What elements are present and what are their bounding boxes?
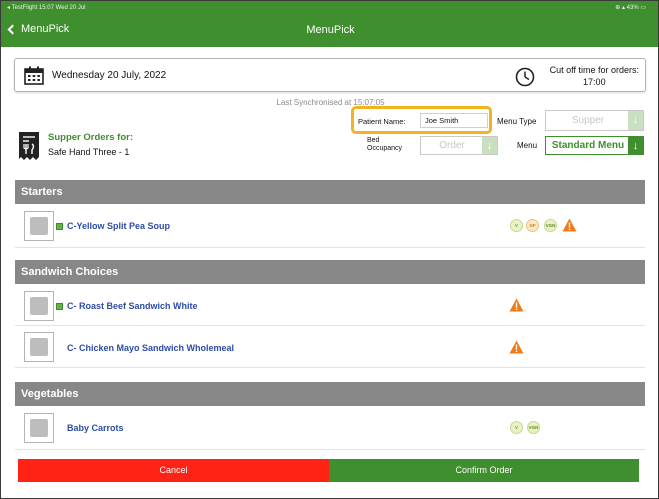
cancel-button[interactable]: Cancel	[18, 459, 329, 482]
vegan-badge-icon: VGN	[544, 219, 557, 232]
item-image-placeholder	[24, 211, 54, 241]
allergen-warning-icon[interactable]	[562, 218, 577, 232]
clock-icon	[515, 67, 535, 87]
section-header-vegetables: Vegetables	[15, 382, 645, 406]
cutoff-info: Cut off time for orders: 17:00	[550, 64, 639, 88]
allergen-warning-icon[interactable]	[509, 298, 524, 312]
ward-name: Safe Hand Three - 1	[48, 147, 130, 157]
status-bar: ◂ TestFlight 15:07 Wed 20 Jul ⊕ ▴ 43% ▭	[1, 1, 658, 15]
navigation-bar: ◂ TestFlight 15:07 Wed 20 Jul ⊕ ▴ 43% ▭ …	[1, 1, 658, 47]
bed-occupancy-select[interactable]: Order ↓	[420, 136, 498, 155]
confirm-order-button[interactable]: Confirm Order	[329, 459, 639, 482]
item-image-placeholder	[24, 291, 54, 321]
menu-type-label: Menu Type	[497, 117, 537, 126]
menu-item[interactable]: C-Yellow Split Pea Soup V GF VGN	[15, 204, 645, 248]
arrow-down-icon: ↓	[482, 137, 497, 154]
meal-order-icon	[19, 132, 39, 160]
menu-item[interactable]: C- Roast Beef Sandwich White	[15, 284, 645, 326]
menu-type-value: Supper	[571, 115, 605, 126]
patient-name-label: Patient Name:	[358, 117, 406, 126]
menu-select[interactable]: Standard Menu ↓	[545, 136, 644, 155]
section-header-sandwich-choices: Sandwich Choices	[15, 260, 645, 284]
vegetarian-badge-icon: V	[510, 421, 523, 434]
bed-label-line2: Occupancy	[367, 145, 403, 152]
section-header-starters: Starters	[15, 180, 645, 204]
allergen-warning-icon[interactable]	[509, 340, 524, 354]
item-name[interactable]: C- Roast Beef Sandwich White	[67, 301, 198, 311]
cutoff-time: 17:00	[583, 77, 606, 87]
menu-label: Menu	[517, 141, 538, 150]
item-name[interactable]: Baby Carrots	[67, 423, 124, 433]
arrow-down-icon: ↓	[628, 137, 643, 154]
menu-item[interactable]: Baby Carrots V VGN	[15, 406, 645, 450]
order-date: Wednesday 20 July, 2022	[52, 70, 167, 81]
cutoff-label: Cut off time for orders:	[549, 65, 639, 75]
vegetarian-badge-icon: V	[510, 219, 523, 232]
item-name[interactable]: C-Yellow Split Pea Soup	[67, 221, 170, 231]
selected-indicator-icon	[56, 223, 63, 230]
status-left: ◂ TestFlight 15:07 Wed 20 Jul	[7, 5, 86, 11]
selected-indicator-icon	[56, 303, 63, 310]
nav-title: MenuPick	[306, 24, 355, 36]
menu-item[interactable]: C- Chicken Mayo Sandwich Wholemeal	[15, 326, 645, 368]
item-name[interactable]: C- Chicken Mayo Sandwich Wholemeal	[67, 343, 234, 353]
gluten-free-badge-icon: GF	[526, 219, 539, 232]
menu-value: Standard Menu	[551, 140, 625, 151]
calendar-icon[interactable]	[24, 66, 44, 85]
orders-for-label: Supper Orders for:	[48, 132, 133, 143]
menu-type-select[interactable]: Supper ↓	[545, 110, 644, 131]
app-frame: ◂ TestFlight 15:07 Wed 20 Jul ⊕ ▴ 43% ▭ …	[0, 0, 659, 499]
bed-occupancy-value: Order	[439, 140, 465, 151]
bed-occupancy-label: Bed Occupancy	[367, 137, 402, 153]
item-image-placeholder	[24, 413, 54, 443]
patient-name-value[interactable]: Joe Smith	[420, 113, 488, 128]
last-synchronised: Last Synchronised at 15:07:05	[276, 98, 385, 107]
arrow-down-icon: ↓	[628, 111, 643, 130]
status-right: ⊕ ▴ 43% ▭	[615, 5, 646, 11]
item-image-placeholder	[24, 332, 54, 362]
vegan-badge-icon: VGN	[527, 421, 540, 434]
bed-label-line1: Bed	[367, 137, 380, 144]
date-bar: Wednesday 20 July, 2022 Cut off time for…	[14, 58, 646, 92]
patient-name-field[interactable]: Patient Name: Joe Smith	[351, 106, 492, 134]
